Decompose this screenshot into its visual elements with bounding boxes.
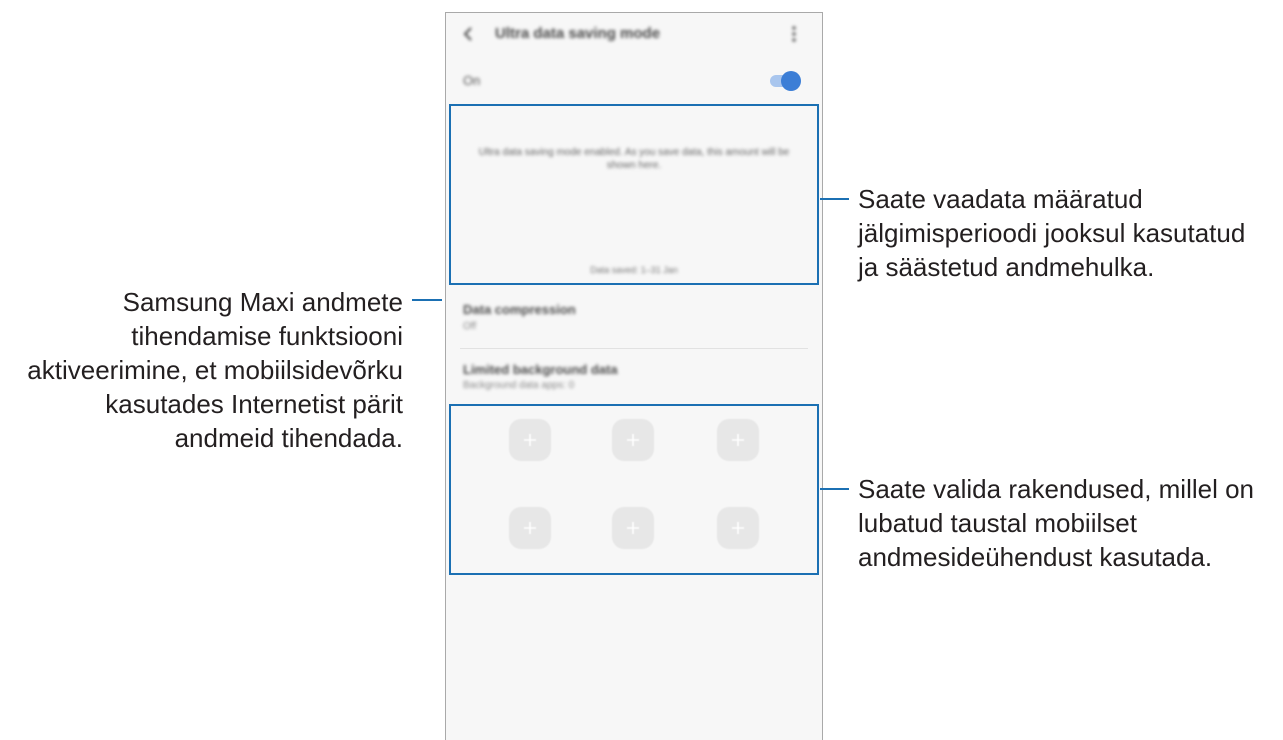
callout-line: Saate vaadata määratud <box>858 184 1143 214</box>
divider <box>460 348 808 349</box>
callout-line: jälgimisperioodi jooksul kasutatud <box>858 218 1246 248</box>
callout-line: kasutades Internetist pärit <box>105 389 403 419</box>
callout-line: ja säästetud andmehulka. <box>858 252 1155 282</box>
callout-apps: Saate valida rakendused, millel on lubat… <box>858 472 1254 574</box>
switch-knob <box>781 71 801 91</box>
add-app-slot[interactable] <box>509 419 551 461</box>
app-slots-panel <box>449 404 819 575</box>
master-switch[interactable] <box>768 70 802 92</box>
add-app-slot[interactable] <box>717 419 759 461</box>
callout-leader-compression <box>412 299 442 301</box>
summary-period: Data saved: 1–31 Jan <box>590 265 678 275</box>
data-compression-status: Off <box>463 321 477 332</box>
data-summary-panel: Ultra data saving mode enabled. As you s… <box>449 104 819 285</box>
callout-leader-summary <box>820 198 849 200</box>
master-switch-label: On <box>463 73 481 88</box>
callout-line: aktiveerimine, et mobiilsidevõrku <box>27 355 403 385</box>
limited-background-title[interactable]: Limited background data <box>463 361 618 379</box>
callout-line: tihendamise funktsiooni <box>131 321 403 351</box>
plus-icon <box>627 434 639 446</box>
callout-line: lubatud taustal mobiilset <box>858 508 1137 538</box>
callout-line: Samsung Maxi andmete <box>122 287 403 317</box>
phone-screenshot: Ultra data saving mode On Ultra data sav… <box>445 12 823 740</box>
add-app-slot[interactable] <box>612 507 654 549</box>
add-app-slot[interactable] <box>509 507 551 549</box>
callout-line: andmesideühendust kasutada. <box>858 542 1213 572</box>
chevron-left-icon[interactable] <box>461 25 475 43</box>
add-app-slot[interactable] <box>717 507 759 549</box>
plus-icon <box>524 434 536 446</box>
callout-summary: Saate vaadata määratud jälgimisperioodi … <box>858 182 1245 284</box>
add-app-slot[interactable] <box>612 419 654 461</box>
callout-leader-apps <box>820 488 849 490</box>
callout-line: andmeid tihendada. <box>174 423 403 453</box>
summary-message: Ultra data saving mode enabled. As you s… <box>478 147 790 171</box>
page-title: Ultra data saving mode <box>495 25 661 42</box>
data-compression-title[interactable]: Data compression <box>463 301 576 319</box>
plus-icon <box>732 522 744 534</box>
plus-icon <box>627 522 639 534</box>
limited-background-subtitle: Background data apps: 0 <box>463 380 575 391</box>
callout-compression: Samsung Maxi andmete tihendamise funktsi… <box>0 285 403 455</box>
callout-line: Saate valida rakendused, millel on <box>858 474 1255 504</box>
plus-icon <box>524 522 536 534</box>
plus-icon <box>732 434 744 446</box>
more-vertical-icon[interactable] <box>790 25 798 43</box>
